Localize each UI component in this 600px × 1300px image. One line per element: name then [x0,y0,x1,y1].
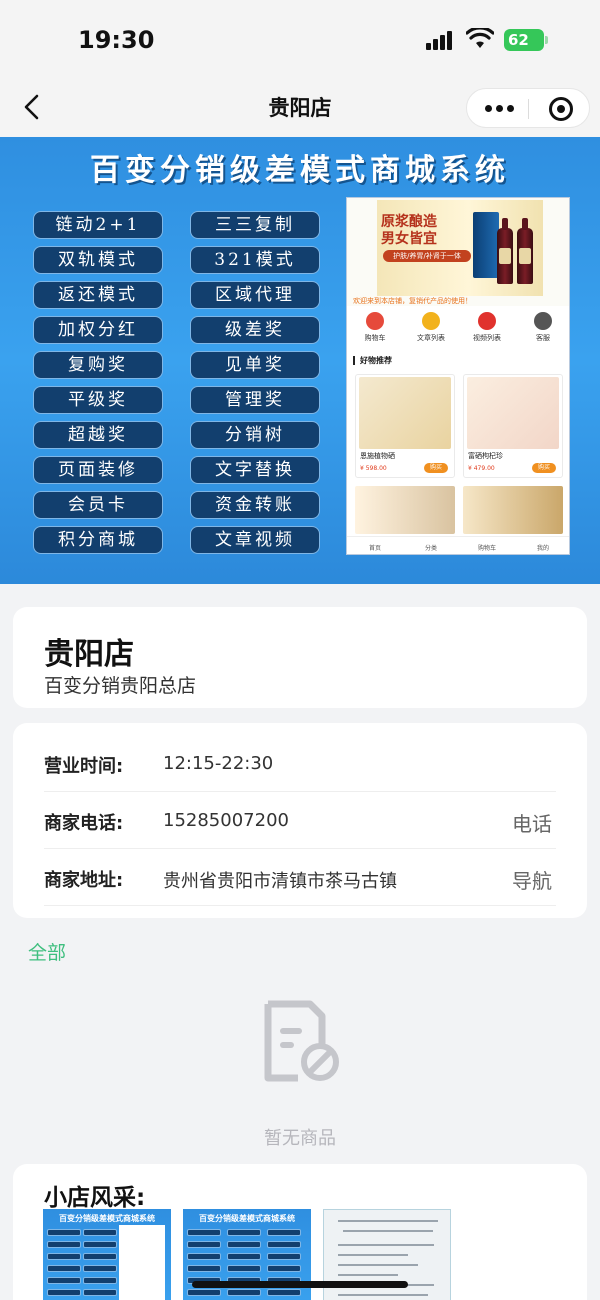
capsule-divider [528,99,529,119]
phone-row: 商家电话: 15285007200 电话 [44,792,556,849]
mock-promo-image [463,486,563,534]
mock-hero-headline: 原浆酿造 男女皆宜 [381,214,437,248]
store-gallery-card: 小店风采: 百变分销级差模式商城系统 百变分销级差模式商城系统 [13,1164,587,1300]
status-time: 19:30 [78,26,155,54]
call-button[interactable]: 电话 [512,808,552,837]
mock-category-label: 视频列表 [473,334,501,342]
tab-all[interactable]: 全部 [28,938,66,965]
mock-promo-image [355,486,455,534]
product-image [359,377,451,449]
product-image [467,377,559,449]
customer-service-icon [534,312,552,330]
product-price: ¥ 598.00 [360,465,387,472]
mock-hero-line1: 原浆酿造 [381,214,437,230]
feature-tag: 积分商城 [33,526,163,554]
mock-tab: 首页 [368,545,381,552]
store-subtitle: 百变分销贵阳总店 [44,675,197,697]
feature-tag: 文章视频 [190,526,320,554]
buy-button: 购买 [532,463,556,473]
feature-tag: 见单奖 [190,351,320,379]
product-name: 恩施植物硒 [360,452,395,460]
feature-tag: 平级奖 [33,386,163,414]
empty-document-icon [264,1000,339,1082]
feature-tag: 返还模式 [33,281,163,309]
thumbnail-banner-title: 百变分销级差模式商城系统 [59,1213,155,1223]
feature-tag: 链动2+1 [33,211,163,239]
mock-notice: 欢迎来到本店铺，复销代产品的使用！ [353,297,472,305]
feature-tag: 分销树 [190,421,320,449]
mock-tab: 我的 [536,545,549,552]
store-card: 贵阳店 百变分销贵阳总店 [13,607,587,708]
nav-bar: 贵阳店 [0,80,600,136]
feature-tag: 超越奖 [33,421,163,449]
feature-tag: 加权分红 [33,316,163,344]
gallery-thumbnail[interactable]: 百变分销级差模式商城系统 [43,1209,171,1300]
mock-hero-line2: 男女皆宜 [381,231,437,247]
hours-value: 12:15-22:30 [163,753,274,774]
feature-tag: 级差奖 [190,316,320,344]
mock-hero-sub: 护肤/养胃/补肾于一体 [383,250,471,262]
product-name: 富硒枸杞珍 [468,452,503,460]
mock-tab-bar: 首页 分类 购物车 我的 [347,536,569,554]
article-icon [422,312,440,330]
phone-label: 商家电话: [44,813,124,834]
feature-tag: 复购奖 [33,351,163,379]
mock-category-label: 文章列表 [417,334,445,342]
miniprogram-capsule [466,88,590,128]
video-icon [478,312,496,330]
mock-category-item: 视频列表 [459,310,515,343]
mock-category-label: 购物车 [364,334,386,342]
status-bar: 19:30 62 [0,0,600,80]
mock-section-title: 好物推荐 [353,356,392,365]
buy-button: 购买 [424,463,448,473]
banner-title: 百变分销级差模式商城系统 [90,153,510,188]
gift-box-image [473,212,499,278]
address-label: 商家地址: [44,870,124,891]
gallery-title: 小店风采: [44,1185,146,1211]
home-indicator[interactable] [192,1281,408,1288]
cellular-signal-icon [426,30,456,50]
mock-category-label: 客服 [536,334,550,342]
cart-icon [366,312,384,330]
mock-product-card: 富硒枸杞珍 ¥ 479.00 购买 [463,374,563,478]
feature-tag: 321模式 [190,246,320,274]
hours-label: 营业时间: [44,756,124,777]
wifi-icon [466,28,494,48]
wine-bottle-image [517,218,533,284]
mock-category-item: 文章列表 [403,310,459,343]
mock-category-item: 购物车 [347,310,403,343]
battery-icon: 62 [504,29,544,51]
address-row: 商家地址: 贵州省贵阳市清镇市茶马古镇 导航 [44,849,556,906]
battery-cap [545,36,548,44]
feature-tag: 会员卡 [33,491,163,519]
feature-tag: 三三复制 [190,211,320,239]
store-name: 贵阳店 [44,637,134,672]
feature-tag: 资金转账 [190,491,320,519]
mock-category-row: 购物车 文章列表 视频列表 客服 [347,310,569,350]
empty-state-text: 暂无商品 [264,1128,336,1149]
navigate-button[interactable]: 导航 [512,865,552,894]
mock-tab: 分类 [424,545,437,552]
mock-hero-image: 原浆酿造 男女皆宜 护肤/养胃/补肾于一体 [347,198,569,306]
address-value: 贵州省贵阳市清镇市茶马古镇 [163,871,397,892]
feature-tag: 页面装修 [33,456,163,484]
thumbnail-banner-title: 百变分销级差模式商城系统 [199,1213,295,1223]
phone-value: 15285007200 [163,810,289,831]
business-hours-row: 营业时间: 12:15-22:30 [44,735,556,792]
mock-tab: 购物车 [477,545,496,552]
promo-banner[interactable]: 百变分销级差模式商城系统 链动2+1 三三复制 双轨模式 321模式 返还模式 … [0,137,600,584]
app-preview-mockup: 原浆酿造 男女皆宜 护肤/养胃/补肾于一体 欢迎来到本店铺，复销代产品的使用！ … [346,197,570,555]
more-icon[interactable] [485,105,515,113]
mock-category-item: 客服 [515,310,569,343]
feature-tag: 区域代理 [190,281,320,309]
close-miniprogram-icon[interactable] [549,97,573,121]
feature-tag: 管理奖 [190,386,320,414]
feature-tag: 文字替换 [190,456,320,484]
wine-bottle-image [497,218,513,284]
product-price: ¥ 479.00 [468,465,495,472]
feature-tag: 双轨模式 [33,246,163,274]
mock-product-card: 恩施植物硒 ¥ 598.00 购买 [355,374,455,478]
store-info-card: 营业时间: 12:15-22:30 商家电话: 15285007200 电话 商… [13,723,587,918]
